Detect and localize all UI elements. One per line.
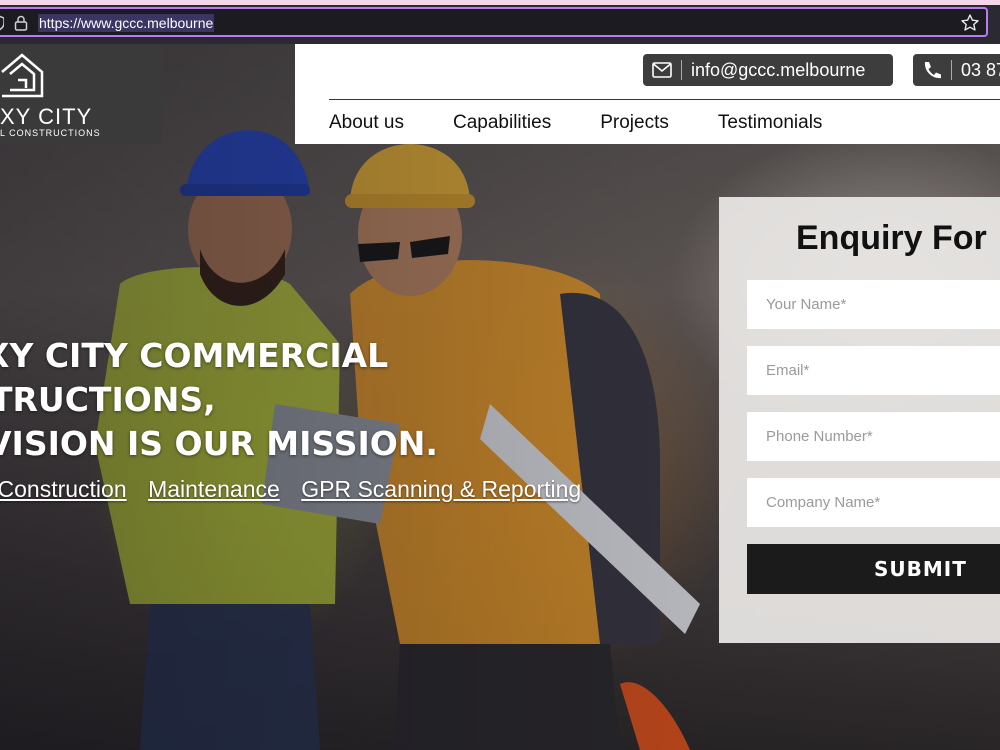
star-icon[interactable]	[960, 13, 980, 33]
phone-field[interactable]	[747, 412, 1000, 461]
site-header: info@gccc.melbourne 03 87 About us Capab…	[295, 44, 1000, 144]
nav-item-about-us[interactable]: About us	[329, 110, 404, 136]
site-logo[interactable]: XY CITY L CONSTRUCTIONS	[0, 44, 162, 144]
form-title: Enquiry For	[796, 219, 987, 257]
address-bar[interactable]: https://www.gccc.melbourne	[0, 7, 988, 37]
phone-icon	[924, 62, 941, 79]
phone-contact-button[interactable]: 03 87	[913, 54, 1000, 86]
browser-toolbar: https://www.gccc.melbourne	[0, 0, 1000, 44]
mail-icon	[652, 62, 672, 78]
logo-title: XY CITY	[0, 104, 93, 129]
hero-headline-line: XY CITY COMMERCIAL	[0, 336, 389, 375]
hero-headline: XY CITY COMMERCIAL TRUCTIONS, VISION IS …	[0, 334, 496, 466]
contact-divider	[681, 60, 682, 80]
nav-item-capabilities[interactable]: Capabilities	[453, 110, 551, 136]
service-link-gpr-scanning[interactable]: GPR Scanning & Reporting	[301, 476, 581, 502]
email-contact-button[interactable]: info@gccc.melbourne	[643, 54, 893, 86]
service-link-construction[interactable]: l Construction	[0, 476, 127, 502]
url-text[interactable]: https://www.gccc.melbourne	[38, 14, 215, 32]
email-text[interactable]: info@gccc.melbourne	[691, 54, 865, 86]
nav-item-testimonials[interactable]: Testimonials	[718, 110, 823, 136]
logo-subtitle: L CONSTRUCTIONS	[0, 128, 101, 138]
tab-strip-edge	[0, 0, 1000, 5]
service-links: l Construction Maintenance GPR Scanning …	[0, 476, 598, 506]
hero-headline-line: TRUCTIONS,	[0, 380, 216, 419]
name-field[interactable]	[747, 280, 1000, 329]
service-link-maintenance[interactable]: Maintenance	[148, 476, 280, 502]
email-field[interactable]	[747, 346, 1000, 395]
nav-item-projects[interactable]: Projects	[600, 110, 669, 136]
lock-icon[interactable]	[12, 14, 30, 32]
main-nav: About us Capabilities Projects Testimoni…	[329, 110, 871, 136]
hero-headline-line: VISION IS OUR MISSION.	[0, 424, 438, 463]
logo-house-icon	[1, 53, 44, 98]
shield-icon[interactable]	[0, 14, 4, 32]
header-divider	[329, 99, 1000, 100]
phone-text[interactable]: 03 87	[961, 54, 1000, 86]
contact-divider	[951, 60, 952, 80]
submit-button[interactable]: SUBMIT	[747, 544, 1000, 594]
enquiry-form: Enquiry For SUBMIT	[719, 197, 1000, 643]
company-field[interactable]	[747, 478, 1000, 527]
